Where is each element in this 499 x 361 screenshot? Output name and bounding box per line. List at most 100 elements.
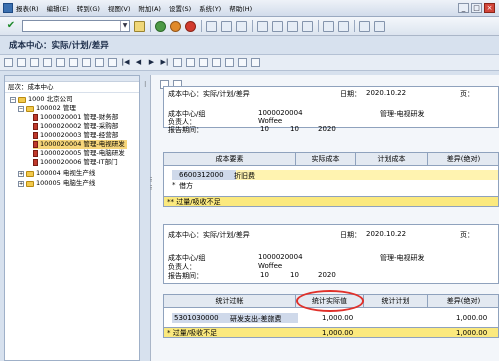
toolbar-divider: [318, 20, 319, 32]
last-page-icon[interactable]: [302, 20, 313, 32]
refresh-icon[interactable]: [30, 58, 39, 67]
enter-icon[interactable]: ✔: [5, 20, 17, 32]
report1-period-to: 10: [290, 125, 299, 133]
report2-page-label: 页：: [460, 231, 474, 239]
menu-view[interactable]: 视图(V): [108, 3, 131, 13]
tree-icon[interactable]: [225, 58, 234, 67]
folder-icon: [18, 96, 26, 103]
report1-date: 2020.10.22: [366, 89, 407, 97]
collapse-toggle-icon[interactable]: −: [18, 105, 24, 112]
toolbar-divider: [150, 20, 151, 32]
tree-node[interactable]: − 100002 管理: [18, 104, 76, 113]
toolbar-divider: [201, 20, 202, 32]
tree-node[interactable]: 1000020001 管理-财务部: [33, 113, 118, 122]
mail-icon[interactable]: [82, 58, 91, 67]
report2-title: 成本中心：实际/计划/差异: [168, 231, 250, 239]
filter-icon[interactable]: [108, 58, 117, 67]
sum-icon[interactable]: [199, 58, 208, 67]
layout-icon[interactable]: [374, 20, 385, 32]
tree-node[interactable]: + 100005 电脑生产线: [18, 179, 95, 188]
save-icon[interactable]: [134, 20, 145, 32]
minimize-icon[interactable]: _: [458, 3, 469, 13]
highlight-annotation: [296, 290, 364, 312]
next-page-icon[interactable]: [287, 20, 298, 32]
print-report-icon[interactable]: [56, 58, 65, 67]
hierarchy-icon[interactable]: [4, 58, 13, 67]
maximize-icon[interactable]: □: [471, 3, 482, 13]
column-header[interactable]: 统计过帐: [164, 295, 296, 308]
total-row[interactable]: ** 过量/吸收不足: [163, 196, 499, 207]
shortcut-icon[interactable]: [338, 20, 349, 32]
column-header[interactable]: 成本要素: [164, 153, 296, 166]
column-header[interactable]: 差异(绝对): [428, 295, 499, 308]
chart-icon[interactable]: [212, 58, 221, 67]
menu-settings[interactable]: 设置(S): [169, 3, 191, 13]
tree-node[interactable]: 1000020006 管理-IT部门: [33, 158, 118, 167]
column-header[interactable]: 差异(绝对): [428, 153, 499, 166]
prev-icon[interactable]: ◀: [134, 58, 143, 67]
next-icon[interactable]: ▶: [147, 58, 156, 67]
chevron-down-icon[interactable]: ▼: [120, 21, 129, 31]
column-header[interactable]: 计划成本: [356, 153, 428, 166]
system-toolbar: ✔ ▼: [0, 17, 499, 36]
report1-date-label: 日期：: [340, 90, 361, 98]
find-icon[interactable]: [221, 20, 232, 32]
splitter-handle-icon[interactable]: ⁝: [144, 80, 149, 92]
export-icon[interactable]: [69, 58, 78, 67]
hierarchy-header: 层次：成本中心: [5, 82, 139, 93]
tree-node-selected[interactable]: 1000020004 管理-电视研发: [33, 140, 127, 149]
info-icon[interactable]: [251, 58, 260, 67]
menu-extras[interactable]: 附加(A): [138, 3, 161, 13]
sap-logo-icon[interactable]: [3, 3, 13, 13]
first-page-icon[interactable]: [257, 20, 268, 32]
expand-icon[interactable]: [173, 58, 182, 67]
menu-report[interactable]: 报表(R): [16, 3, 39, 13]
new-session-icon[interactable]: [323, 20, 334, 32]
tree-node[interactable]: 1000020003 管理-经营部: [33, 131, 118, 140]
details-icon[interactable]: [17, 58, 26, 67]
cost-center-icon: [33, 132, 38, 139]
find-next-icon[interactable]: [236, 20, 247, 32]
table-row[interactable]: 6600312000 折旧费 * 借方: [163, 166, 499, 196]
tree-node[interactable]: + 100004 电视生产线: [18, 169, 95, 178]
column-header[interactable]: 实际成本: [296, 153, 356, 166]
cancel-icon[interactable]: [185, 20, 196, 32]
total-variance-value: 1,000.00: [456, 329, 488, 337]
collapse-toggle-icon[interactable]: −: [10, 96, 16, 103]
cost-center-icon: [33, 141, 38, 148]
first-icon[interactable]: |◀: [121, 58, 130, 67]
tree-node[interactable]: 1000020005 管理-电脑研发: [33, 149, 125, 158]
help-icon[interactable]: [359, 20, 370, 32]
back-icon[interactable]: [155, 20, 166, 32]
tree-node[interactable]: − 1000 北京公司: [10, 95, 73, 104]
report2-date: 2020.10.22: [366, 230, 407, 238]
column-header[interactable]: 统计计划: [364, 295, 428, 308]
close-icon[interactable]: ×: [484, 3, 495, 13]
last-icon[interactable]: ▶|: [160, 58, 169, 67]
tree-node-label: 1000020004 管理-电视研发: [40, 140, 125, 148]
expand-toggle-icon[interactable]: +: [18, 180, 24, 187]
exit-icon[interactable]: [170, 20, 181, 32]
settings-icon[interactable]: [43, 58, 52, 67]
command-field[interactable]: ▼: [22, 20, 130, 32]
report1-period-from: 10: [260, 125, 269, 133]
report1-owner-value: Woffee: [258, 117, 283, 125]
menu-edit[interactable]: 编辑(E): [47, 3, 69, 13]
menu-help[interactable]: 帮助(H): [229, 3, 252, 13]
total-actual-value: 1,000.00: [322, 329, 354, 337]
print-icon[interactable]: [206, 20, 217, 32]
folder-icon: [26, 170, 34, 177]
report2-period-from: 10: [260, 271, 269, 279]
total-row[interactable]: * 过量/吸收不足 1,000.00 1,000.00: [163, 327, 499, 338]
stat-variance-value: 1,000.00: [456, 314, 488, 322]
collapse-icon[interactable]: [186, 58, 195, 67]
prev-page-icon[interactable]: [272, 20, 283, 32]
cost-center-icon: [33, 150, 38, 157]
expand-toggle-icon[interactable]: +: [18, 170, 24, 177]
swap-icon[interactable]: [238, 58, 247, 67]
menu-system[interactable]: 系统(Y): [199, 3, 221, 13]
layout-icon[interactable]: [95, 58, 104, 67]
tree-node[interactable]: 1000020002 管理-采购部: [33, 122, 118, 131]
report1-page-label: 页：: [460, 90, 474, 98]
menu-goto[interactable]: 转到(G): [77, 3, 100, 13]
